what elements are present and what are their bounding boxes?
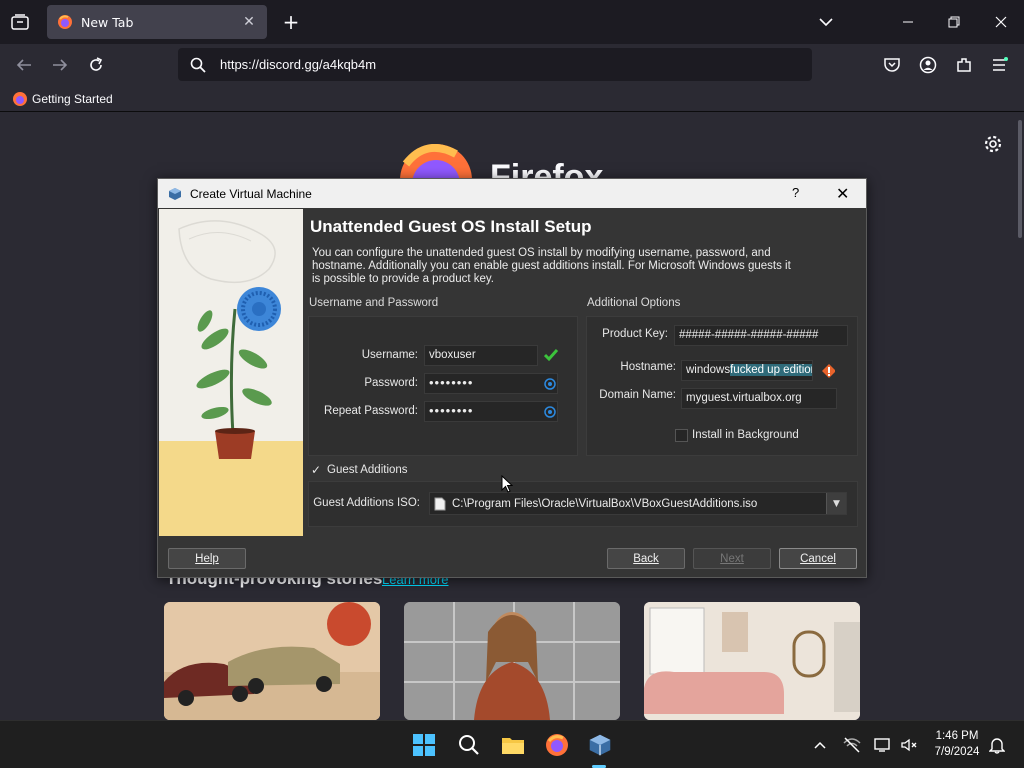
wizard-illustration <box>159 209 303 536</box>
warning-icon <box>821 364 835 378</box>
url-text: https://discord.gg/a4kqb4m <box>220 57 377 72</box>
firefox-icon <box>13 91 27 106</box>
windows-start-icon[interactable] <box>410 731 438 759</box>
bookmark-getting-started[interactable]: Getting Started <box>32 92 113 106</box>
back-button[interactable]: Back <box>607 548 685 569</box>
story-card[interactable] <box>404 602 620 720</box>
nav-bar: https://discord.gg/a4kqb4m <box>0 44 1024 86</box>
password-field[interactable]: •••••••• <box>424 373 558 394</box>
story-card[interactable] <box>644 602 860 720</box>
tab-bar: New Tab ✕ + <box>0 0 1024 44</box>
restore-icon[interactable] <box>944 12 964 32</box>
eye-icon[interactable] <box>543 405 557 419</box>
repeat-password-label: Repeat Password: <box>324 405 418 417</box>
dropdown-arrow-icon[interactable]: ▼ <box>826 493 846 514</box>
create-vm-dialog: Create Virtual Machine ? ✕ Unattended Gu… <box>157 178 867 578</box>
search-icon <box>190 57 206 73</box>
page-title: Unattended Guest OS Install Setup <box>310 217 592 236</box>
scrollbar-thumb[interactable] <box>1018 120 1022 238</box>
volume-muted-icon[interactable] <box>899 735 919 755</box>
section-username-password: Username and Password <box>309 297 439 309</box>
next-button[interactable]: Next <box>693 548 771 569</box>
product-key-field[interactable]: #####-#####-#####-##### <box>674 325 848 346</box>
guest-additions-label: Guest Additions <box>327 464 408 476</box>
story-image <box>404 602 620 720</box>
virtualbox-icon <box>169 187 181 200</box>
ga-iso-combo[interactable]: C:\Program Files\Oracle\VirtualBox\VBoxG… <box>429 492 847 515</box>
network-disconnected-icon[interactable] <box>842 735 862 755</box>
story-image <box>644 602 860 720</box>
search-icon[interactable] <box>455 731 483 759</box>
hostname-label: Hostname: <box>620 361 676 373</box>
password-label: Password: <box>364 377 418 389</box>
tab-title: New Tab <box>81 14 134 30</box>
clock-time: 1:46 PM <box>935 730 979 742</box>
close-tab-icon[interactable]: ✕ <box>241 14 257 30</box>
system-clock[interactable]: 1:46 PM 7/9/2024 <box>926 728 988 760</box>
install-background-checkbox[interactable] <box>675 429 688 442</box>
close-icon[interactable]: ✕ <box>836 184 849 203</box>
help-button[interactable]: Help <box>168 548 246 569</box>
ga-iso-path: C:\Program Files\Oracle\VirtualBox\VBoxG… <box>452 497 758 510</box>
tab-list-icon[interactable] <box>8 10 32 34</box>
section-additional-options: Additional Options <box>587 297 681 309</box>
minimize-icon[interactable] <box>898 12 918 32</box>
username-field[interactable]: vboxuser <box>424 345 538 366</box>
guest-additions-checkmark-icon[interactable]: ✓ <box>311 463 321 477</box>
product-key-label: Product Key: <box>602 328 668 340</box>
username-label: Username: <box>361 349 418 361</box>
reload-icon[interactable] <box>84 53 108 77</box>
chevron-down-icon[interactable] <box>816 12 836 32</box>
page-description: You can configure the unattended guest O… <box>312 247 791 285</box>
forward-arrow-icon[interactable] <box>48 53 72 77</box>
mouse-cursor-icon <box>501 475 513 493</box>
eye-icon[interactable] <box>543 377 557 391</box>
new-tab-button[interactable]: + <box>280 11 302 33</box>
virtualbox-icon[interactable] <box>586 731 614 759</box>
menu-icon[interactable] <box>988 53 1012 77</box>
hostname-selected-text: fucked up edition <box>730 364 812 376</box>
firefox-icon <box>58 15 72 29</box>
pocket-icon[interactable] <box>880 53 904 77</box>
story-image <box>164 602 380 720</box>
story-card[interactable] <box>164 602 380 720</box>
account-icon[interactable] <box>916 53 940 77</box>
file-icon <box>434 497 446 510</box>
extensions-icon[interactable] <box>952 53 976 77</box>
hostname-field[interactable]: windowsfucked up edition <box>681 360 813 381</box>
notification-bell-icon[interactable] <box>987 735 1007 755</box>
help-question-icon[interactable]: ? <box>792 185 799 200</box>
hostname-text: windows <box>686 364 731 376</box>
taskbar: 1:46 PM 7/9/2024 <box>0 720 1024 768</box>
address-bar[interactable]: https://discord.gg/a4kqb4m <box>178 48 812 81</box>
cancel-button[interactable]: Cancel <box>779 548 857 569</box>
clock-date: 7/9/2024 <box>934 746 980 758</box>
close-window-icon[interactable] <box>991 12 1011 32</box>
gear-icon[interactable] <box>983 134 1003 154</box>
dialog-title: Create Virtual Machine <box>190 186 312 201</box>
domain-name-field[interactable]: myguest.virtualbox.org <box>681 388 837 409</box>
tab-new-tab[interactable]: New Tab ✕ <box>47 5 267 39</box>
checkmark-icon <box>544 348 558 362</box>
domain-name-label: Domain Name: <box>599 389 676 401</box>
install-background-label: Install in Background <box>692 429 799 441</box>
monitor-icon[interactable] <box>873 735 893 755</box>
ga-iso-label: Guest Additions ISO: <box>313 497 420 509</box>
repeat-password-field[interactable]: •••••••• <box>424 401 558 422</box>
file-explorer-icon[interactable] <box>499 731 527 759</box>
dialog-title-bar[interactable]: Create Virtual Machine <box>158 179 866 208</box>
firefox-icon[interactable] <box>543 731 571 759</box>
chevron-up-icon[interactable] <box>810 735 830 755</box>
back-arrow-icon[interactable] <box>12 53 36 77</box>
bookmarks-bar: Getting Started <box>0 86 1024 112</box>
